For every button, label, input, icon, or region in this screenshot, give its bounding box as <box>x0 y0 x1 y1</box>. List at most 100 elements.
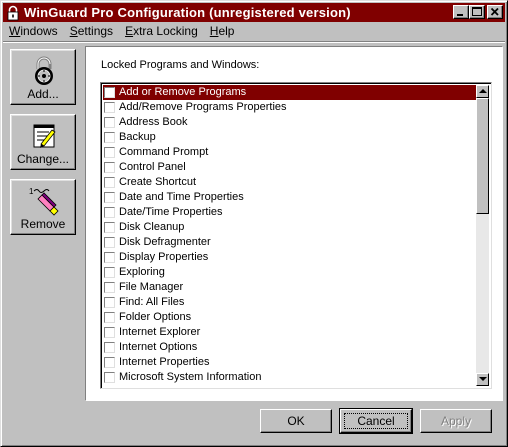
item-checkbox[interactable] <box>104 372 115 383</box>
list-item[interactable]: Disk Cleanup <box>103 220 477 235</box>
maximize-icon <box>472 7 482 16</box>
item-label: Microsoft System Information <box>119 371 262 383</box>
notepad-pencil-icon <box>33 124 56 148</box>
item-label: Internet Options <box>119 341 198 353</box>
window-title: WinGuard Pro Configuration (unregistered… <box>24 5 351 20</box>
list-item[interactable]: Date/Time Properties <box>103 205 477 220</box>
item-label: Microsoft Help <box>119 385 189 386</box>
list-item[interactable]: Display Properties <box>103 250 477 265</box>
title-bar[interactable]: WinGuard Pro Configuration (unregistered… <box>3 3 505 22</box>
cancel-button[interactable]: Cancel <box>339 408 413 434</box>
item-label: Disk Cleanup <box>119 221 185 233</box>
item-checkbox[interactable] <box>104 252 115 263</box>
list-item[interactable]: Exploring <box>103 265 477 280</box>
list-item[interactable]: Control Panel <box>103 160 477 175</box>
item-label: Exploring <box>119 266 165 278</box>
list-items: Add or Remove Programs Add/Remove Program… <box>103 85 477 386</box>
list-item[interactable]: Microsoft Help <box>103 385 477 386</box>
list-item[interactable]: Internet Explorer <box>103 325 477 340</box>
minimize-icon <box>457 14 463 16</box>
item-label: Add/Remove Programs Properties <box>119 101 287 113</box>
maximize-button[interactable] <box>469 5 485 19</box>
item-checkbox[interactable] <box>104 162 115 173</box>
item-checkbox[interactable] <box>104 117 115 128</box>
remove-button[interactable]: 1 Remove <box>10 179 76 235</box>
menu-separator <box>3 41 505 43</box>
add-button-label: Add... <box>27 87 59 101</box>
item-label: Display Properties <box>119 251 209 263</box>
change-button[interactable]: Change... <box>10 114 76 170</box>
ok-button[interactable]: OK <box>260 409 332 433</box>
item-checkbox[interactable] <box>104 237 115 248</box>
item-checkbox[interactable] <box>104 192 115 203</box>
list-item[interactable]: Backup <box>103 130 477 145</box>
scroll-thumb[interactable] <box>476 98 489 214</box>
item-checkbox[interactable] <box>104 327 115 338</box>
item-checkbox[interactable] <box>104 132 115 143</box>
list-item[interactable]: File Manager <box>103 280 477 295</box>
item-label: Backup <box>119 131 156 143</box>
list-item[interactable]: Microsoft System Information <box>103 370 477 385</box>
item-label: File Manager <box>119 281 184 293</box>
item-checkbox[interactable] <box>104 147 115 158</box>
list-item[interactable]: Address Book <box>103 115 477 130</box>
list-item[interactable]: Command Prompt <box>103 145 477 160</box>
add-button[interactable]: Add... <box>10 49 76 105</box>
arrow-down-icon <box>479 377 487 381</box>
app-window: WinGuard Pro Configuration (unregistered… <box>0 0 508 447</box>
svg-text:1: 1 <box>29 187 34 196</box>
list-item[interactable]: Create Shortcut <box>103 175 477 190</box>
combination-lock-icon <box>35 56 53 85</box>
apply-button[interactable]: Apply <box>420 409 492 433</box>
menu-help[interactable]: Help <box>204 22 241 41</box>
item-label: Date/Time Properties <box>119 206 223 218</box>
main-panel: Locked Programs and Windows: Add or Remo… <box>85 46 503 401</box>
item-checkbox[interactable] <box>104 267 115 278</box>
list-item[interactable]: Internet Options <box>103 340 477 355</box>
item-label: Address Book <box>119 116 188 128</box>
list-item[interactable]: Internet Properties <box>103 355 477 370</box>
item-checkbox[interactable] <box>104 207 115 218</box>
item-label: Control Panel <box>119 161 186 173</box>
menu-settings[interactable]: Settings <box>64 22 119 41</box>
arrow-up-icon <box>479 89 487 93</box>
locked-programs-list[interactable]: Add or Remove Programs Add/Remove Program… <box>100 82 492 389</box>
scroll-up-button[interactable] <box>476 85 489 98</box>
item-label: Folder Options <box>119 311 192 323</box>
change-button-label: Change... <box>16 152 70 166</box>
item-label: Date and Time Properties <box>119 191 244 203</box>
minimize-button[interactable] <box>453 5 469 19</box>
item-label: Disk Defragmenter <box>119 236 211 248</box>
item-checkbox[interactable] <box>104 282 115 293</box>
item-checkbox[interactable] <box>104 87 115 98</box>
item-label: Add or Remove Programs <box>119 86 247 98</box>
list-scrollbar[interactable] <box>476 85 489 386</box>
menu-bar: Windows Settings Extra Locking Help <box>3 22 505 41</box>
list-item[interactable]: Add or Remove Programs <box>103 85 477 100</box>
item-checkbox[interactable] <box>104 177 115 188</box>
close-icon <box>490 7 499 16</box>
padlock-icon <box>7 5 19 20</box>
scroll-down-button[interactable] <box>476 373 489 386</box>
list-item[interactable]: Date and Time Properties <box>103 190 477 205</box>
item-checkbox[interactable] <box>104 102 115 113</box>
item-label: Create Shortcut <box>119 176 197 188</box>
list-item[interactable]: Folder Options <box>103 310 477 325</box>
close-button[interactable] <box>487 5 503 19</box>
remove-button-label: Remove <box>20 217 66 231</box>
item-checkbox[interactable] <box>104 357 115 368</box>
item-label: Command Prompt <box>119 146 209 158</box>
list-item[interactable]: Find: All Files <box>103 295 477 310</box>
item-checkbox[interactable] <box>104 342 115 353</box>
item-label: Internet Properties <box>119 356 210 368</box>
item-checkbox[interactable] <box>104 222 115 233</box>
item-checkbox[interactable] <box>104 312 115 323</box>
item-checkbox[interactable] <box>104 297 115 308</box>
menu-extra-locking[interactable]: Extra Locking <box>119 22 204 41</box>
list-item[interactable]: Disk Defragmenter <box>103 235 477 250</box>
list-item[interactable]: Add/Remove Programs Properties <box>103 100 477 115</box>
item-label: Find: All Files <box>119 296 185 308</box>
menu-windows[interactable]: Windows <box>3 22 64 41</box>
item-label: Internet Explorer <box>119 326 201 338</box>
list-label: Locked Programs and Windows: <box>101 59 260 71</box>
